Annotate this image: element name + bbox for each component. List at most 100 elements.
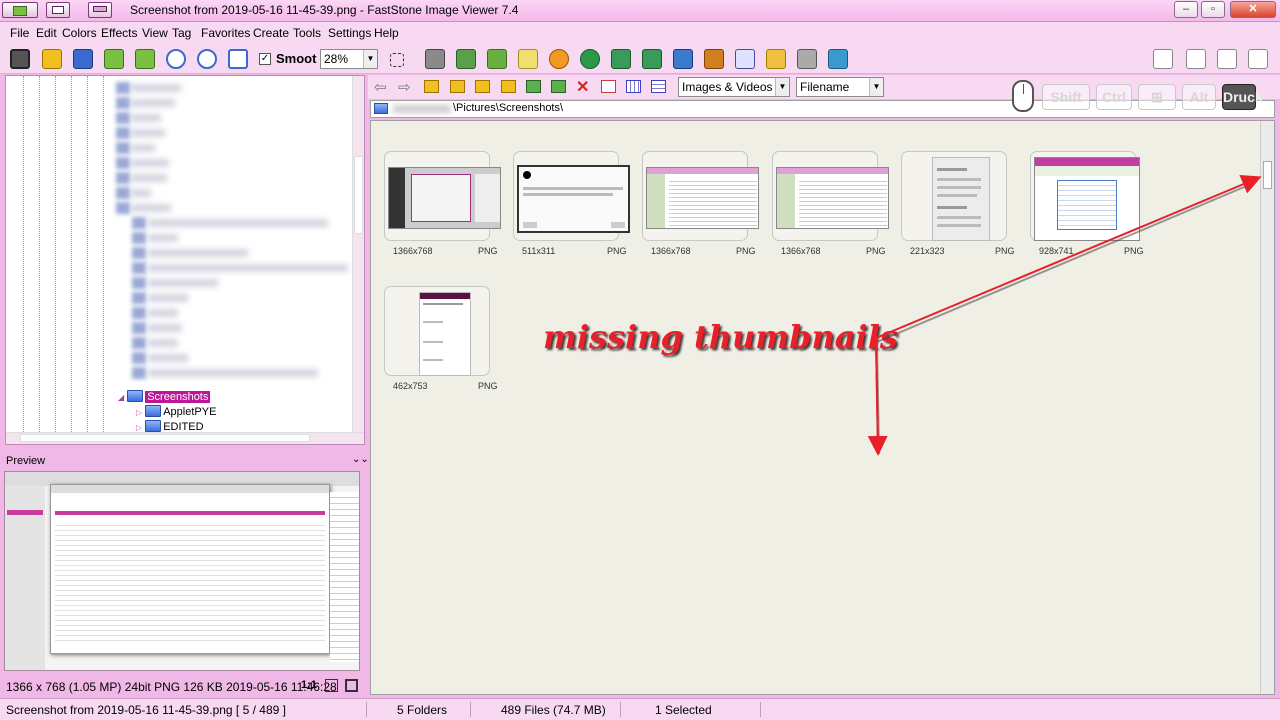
- thumbnail-image: [517, 165, 630, 233]
- close-button[interactable]: ✕: [1230, 1, 1276, 18]
- collapse-preview-icon[interactable]: ⌄⌄: [352, 454, 369, 465]
- transform-icon[interactable]: [456, 49, 476, 69]
- menu-settings[interactable]: Settings: [328, 26, 371, 40]
- move-to-folder-icon[interactable]: [501, 80, 516, 93]
- zoom-value: 28%: [324, 52, 349, 66]
- thumbnail-item[interactable]: 1366x768 PNG: [772, 151, 889, 257]
- menu-file[interactable]: File: [10, 26, 29, 40]
- preview-label: Preview: [6, 455, 46, 467]
- sun-icon[interactable]: [549, 49, 569, 69]
- file-filter-select[interactable]: Images & Videos ▼: [678, 77, 790, 97]
- print-key: Druck: [1222, 84, 1263, 110]
- menu-help[interactable]: Help: [374, 26, 399, 40]
- actual-size-button[interactable]: 1:1: [301, 679, 317, 691]
- email-icon[interactable]: [766, 49, 786, 69]
- new-folder-icon[interactable]: [450, 80, 465, 93]
- menu-create[interactable]: Create: [253, 26, 289, 40]
- menu-tools[interactable]: Tools: [293, 26, 321, 40]
- camera-icon[interactable]: [10, 49, 30, 69]
- minimize-button[interactable]: –: [1174, 1, 1198, 18]
- browser-scrollbar[interactable]: [1260, 121, 1274, 694]
- forward-arrow-icon[interactable]: ⇨: [398, 78, 411, 96]
- thumbnail-item[interactable]: 1366x768 PNG: [642, 151, 759, 257]
- sync-icon[interactable]: [551, 80, 566, 93]
- up-folder-icon[interactable]: [424, 80, 439, 93]
- layout-1-icon[interactable]: [1153, 49, 1173, 69]
- scroll-thumb[interactable]: [20, 434, 310, 442]
- maximize-button[interactable]: ▫: [1201, 1, 1225, 18]
- grid-view-icon[interactable]: [626, 80, 641, 93]
- thumbnail-dimensions: 1366x768: [781, 246, 821, 256]
- menu-view[interactable]: View: [142, 26, 168, 40]
- person-icon[interactable]: [580, 49, 600, 69]
- system-menu-button[interactable]: [2, 2, 38, 18]
- thumbnail-item[interactable]: 928x741 PNG: [1030, 151, 1144, 257]
- sort-value: Filename: [800, 80, 850, 94]
- tree-horizontal-scrollbar[interactable]: [6, 432, 364, 444]
- menu-colors[interactable]: Colors: [62, 26, 97, 40]
- tree-vertical-scrollbar[interactable]: [352, 76, 364, 444]
- folder-tree[interactable]: ◢ Screenshots ▷ AppletPYE ▷ EDITED: [5, 75, 365, 445]
- window-mode-button[interactable]: [46, 2, 70, 18]
- tree-item-appletpye[interactable]: ▷ AppletPYE: [136, 405, 216, 419]
- previous-arrow-icon[interactable]: [104, 49, 124, 69]
- tree-item-label: AppletPYE: [163, 406, 217, 418]
- smooth-checkbox[interactable]: ✓: [259, 53, 271, 65]
- tree-item-screenshots[interactable]: ◢ Screenshots: [118, 390, 211, 404]
- image-info: 1366 x 768 (1.05 MP) 24bit PNG 126 KB 20…: [6, 680, 337, 694]
- list-view-icon[interactable]: [651, 80, 666, 93]
- menu-tag[interactable]: Tag: [172, 26, 191, 40]
- status-file: Screenshot from 2019-05-16 11-45-39.png …: [6, 703, 286, 717]
- fullscreen-icon[interactable]: [345, 679, 358, 692]
- zoom-out-icon[interactable]: [197, 49, 217, 69]
- resize-icon[interactable]: [704, 49, 724, 69]
- menu-edit[interactable]: Edit: [36, 26, 57, 40]
- menu-effects[interactable]: Effects: [101, 26, 137, 40]
- app-icon: [13, 6, 27, 16]
- copy-to-folder-icon[interactable]: [475, 80, 490, 93]
- selection-icon[interactable]: [390, 53, 404, 67]
- refresh-icon[interactable]: [526, 80, 541, 93]
- zoom-combo[interactable]: 28% ▼: [320, 49, 378, 69]
- sort-select[interactable]: Filename ▼: [796, 77, 884, 97]
- next-arrow-icon[interactable]: [135, 49, 155, 69]
- batch-icon[interactable]: [828, 49, 848, 69]
- back-arrow-icon[interactable]: ⇦: [374, 78, 387, 96]
- thumbnail-format: PNG: [866, 246, 886, 256]
- thumbnail-browser[interactable]: 1366x768 PNG 511x311 PNG 1366x768 PNG 13…: [370, 120, 1275, 695]
- thumbnail-view-icon[interactable]: [601, 80, 616, 93]
- draw-icon[interactable]: [735, 49, 755, 69]
- thumbnail-item[interactable]: 511x311 PNG: [513, 151, 630, 257]
- rotate-left-icon[interactable]: [611, 49, 631, 69]
- zoom-in-icon[interactable]: [166, 49, 186, 69]
- color-balance-icon[interactable]: [518, 49, 538, 69]
- layout-2-icon[interactable]: [1186, 49, 1206, 69]
- save-icon[interactable]: [73, 49, 93, 69]
- scroll-thumb[interactable]: [1263, 161, 1272, 189]
- thumbnail-dimensions: 462x753: [393, 381, 428, 391]
- print-icon[interactable]: [797, 49, 817, 69]
- thumbnail-item[interactable]: 1366x768 PNG: [384, 151, 501, 257]
- blurred-path-segment: [393, 105, 451, 113]
- thumbnail-item[interactable]: 221x323 PNG: [901, 151, 1015, 257]
- delete-icon[interactable]: ✕: [576, 77, 589, 97]
- chevron-down-icon: ▼: [775, 78, 789, 96]
- rotate-right-icon[interactable]: [642, 49, 662, 69]
- actual-size-icon[interactable]: [228, 49, 248, 69]
- crop-icon[interactable]: [487, 49, 507, 69]
- layout-3-icon[interactable]: [1217, 49, 1237, 69]
- fit-icon[interactable]: [325, 679, 338, 692]
- fullscreen-mode-button[interactable]: [88, 2, 112, 18]
- thumbnail-dimensions: 928x741: [1039, 246, 1074, 256]
- thumbnail-image: [388, 167, 501, 229]
- thumbnail-item[interactable]: 462x753 PNG: [384, 286, 498, 392]
- fullscreen-toggle-icon[interactable]: [1248, 49, 1268, 69]
- tree-item-label: Screenshots: [145, 391, 211, 403]
- ctrl-key: Ctrl: [1096, 84, 1132, 110]
- slideshow-icon[interactable]: [425, 49, 445, 69]
- scroll-thumb[interactable]: [354, 156, 363, 234]
- menu-favorites[interactable]: Favorites: [201, 26, 250, 40]
- thumbnail-image: [419, 292, 471, 376]
- flip-icon[interactable]: [673, 49, 693, 69]
- open-folder-icon[interactable]: [42, 49, 62, 69]
